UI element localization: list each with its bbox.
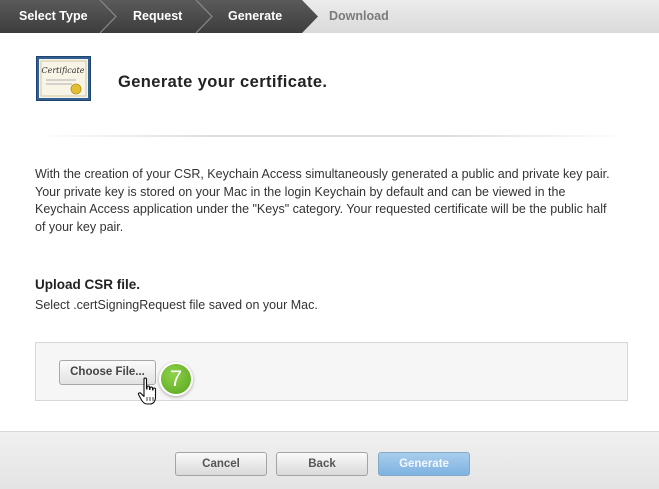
hand-pointer-icon <box>137 377 159 407</box>
header-divider <box>34 135 628 137</box>
generate-button[interactable]: Generate <box>378 452 470 476</box>
description-text: With the creation of your CSR, Keychain … <box>35 167 610 234</box>
file-upload-area: Choose File... <box>35 342 628 401</box>
cancel-button[interactable]: Cancel <box>175 452 267 476</box>
upload-hint: Select .certSigningRequest file saved on… <box>35 298 318 312</box>
certificate-icon-text: Certificate <box>42 66 85 75</box>
step-request: Request <box>133 9 183 23</box>
certificate-icon: Certificate <box>36 56 91 101</box>
step-select-type: Select Type <box>19 9 88 23</box>
step-number-badge: 7 <box>159 362 193 396</box>
page-title: Generate your certificate. <box>118 73 328 91</box>
step-generate: Generate <box>228 9 283 23</box>
back-button[interactable]: Back <box>276 452 368 476</box>
wizard-step-bar: Select Type Request Generate Download <box>0 0 659 33</box>
step-download: Download <box>329 9 389 23</box>
upload-heading: Upload CSR file. <box>35 277 141 292</box>
footer-bar: Cancel Back Generate <box>0 431 659 489</box>
